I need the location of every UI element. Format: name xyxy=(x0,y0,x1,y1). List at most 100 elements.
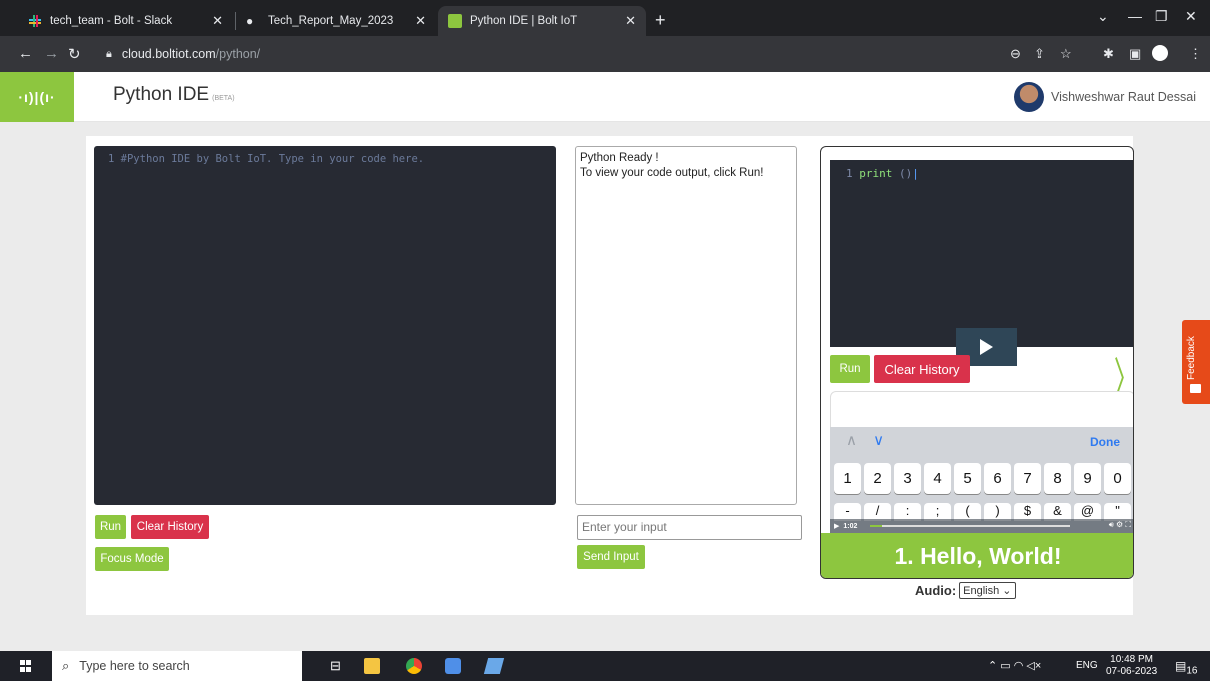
zoom-icon[interactable]: ⊖ xyxy=(1010,46,1021,62)
share-icon[interactable]: ⇪ xyxy=(1034,46,1045,62)
feedback-label: Feedback xyxy=(1186,336,1197,380)
back-icon[interactable]: ← xyxy=(18,45,33,62)
avatar[interactable] xyxy=(1014,82,1044,112)
restore-icon[interactable]: ❐ xyxy=(1155,8,1168,25)
menu-icon[interactable]: ⋮ xyxy=(1189,46,1202,62)
chrome-icon[interactable] xyxy=(406,658,422,674)
output-line: Python Ready ! xyxy=(580,152,659,164)
video-code-line: 1 print ()| xyxy=(846,167,919,180)
close-window-icon[interactable]: ✕ xyxy=(1185,8,1197,25)
keyboard-key: 2 xyxy=(864,463,891,494)
windows-taskbar: ⌕ Type here to search ⊟ ⌃ ▭ ◠ ◁× ENG 10:… xyxy=(0,651,1210,681)
keyboard-key: 8 xyxy=(1044,463,1071,494)
keyboard-key: 6 xyxy=(984,463,1011,494)
tab-search-icon[interactable]: ⌄ xyxy=(1097,8,1109,25)
focus-mode-button[interactable]: Focus Mode xyxy=(95,547,169,571)
clock-date: 07-06-2023 xyxy=(1106,666,1158,677)
keyboard-done: Done xyxy=(1090,435,1120,449)
extensions-icon[interactable]: ✱ xyxy=(1103,46,1114,62)
audio-selector-row: Audio: English ⌄ xyxy=(915,582,1016,599)
bolt-logo[interactable]: ·ı)|(ı· xyxy=(0,72,74,122)
file-explorer-icon[interactable] xyxy=(364,658,380,674)
tab-title: tech_team - Bolt - Slack xyxy=(50,15,173,27)
tab-python-ide[interactable]: Python IDE | Bolt IoT ✕ xyxy=(438,6,646,36)
url-path: /python/ xyxy=(215,47,261,61)
video-keyboard: ∧ ∨ Done 1 2 3 4 5 6 7 8 9 0 - / : ; ( )… xyxy=(830,427,1133,533)
audio-label: Audio: xyxy=(915,583,957,598)
windows-start-icon[interactable] xyxy=(20,660,32,672)
video-line-number: 1 xyxy=(846,167,853,180)
clock-time: 10:48 PM xyxy=(1110,654,1153,665)
tab-tech-report[interactable]: ● Tech_Report_May_2023 ✕ xyxy=(236,6,436,36)
notification-center-icon[interactable]: ▤16 xyxy=(1175,659,1197,676)
run-button[interactable]: Run xyxy=(95,515,126,539)
audio-language-select[interactable]: English ⌄ xyxy=(959,582,1016,599)
taskbar-search-box[interactable]: ⌕ Type here to search xyxy=(52,651,302,681)
apple-icon: ● xyxy=(246,14,254,28)
browser-toolbar: ← → ↻ 🔒︎ cloud.boltiot.com /python/ ⊖ ⇪ … xyxy=(0,36,1210,72)
tab-slack[interactable]: tech_team - Bolt - Slack ✕ xyxy=(18,6,233,36)
profile-avatar-icon[interactable] xyxy=(1152,45,1168,61)
page-title-text: Python IDE xyxy=(113,84,210,105)
address-bar[interactable]: 🔒︎ cloud.boltiot.com /python/ xyxy=(106,41,1106,67)
keyboard-key: 0 xyxy=(1104,463,1131,494)
video-code-editor: 1 print ()| xyxy=(830,160,1133,366)
notification-count: 16 xyxy=(1186,665,1198,677)
output-console: Python Ready ! To view your code output,… xyxy=(575,146,797,505)
editor-line: 1 #Python IDE by Bolt IoT. Type in your … xyxy=(108,153,424,165)
lock-icon: 🔒︎ xyxy=(106,47,112,60)
output-line: To view your code output, click Run! xyxy=(580,167,764,179)
taskbar-search-placeholder: Type here to search xyxy=(79,659,190,673)
send-input-button[interactable]: Send Input xyxy=(577,545,645,569)
video-code-rest: () xyxy=(892,167,913,180)
bookmark-star-icon[interactable]: ☆ xyxy=(1060,46,1072,62)
video-controls[interactable]: ▶ 1:02 🔊︎ ⚙ ⛶ xyxy=(830,519,1133,533)
task-view-icon[interactable]: ⊟ xyxy=(330,658,346,674)
logo-text: ·ı)|(ı· xyxy=(18,89,56,105)
keyboard-key: 4 xyxy=(924,463,951,494)
audio-selected-value: English xyxy=(963,585,1000,597)
user-name[interactable]: Vishweshwar Raut Dessai xyxy=(1051,90,1196,104)
keyboard-key: 3 xyxy=(894,463,921,494)
chevron-up-icon: ∧ xyxy=(846,432,857,449)
clear-history-button[interactable]: Clear History xyxy=(131,515,209,539)
keyboard-key: 7 xyxy=(1014,463,1041,494)
clock[interactable]: 10:48 PM 07-06-2023 xyxy=(1106,654,1157,678)
video-run-button: Run xyxy=(830,355,870,383)
video-input-box xyxy=(830,391,1133,431)
play-icon xyxy=(980,339,993,355)
feedback-icon xyxy=(1190,384,1201,393)
feedback-tab[interactable]: Feedback xyxy=(1182,320,1210,404)
minimize-icon[interactable]: — xyxy=(1128,8,1142,24)
new-tab-icon[interactable]: + xyxy=(655,10,666,31)
side-panel-icon[interactable]: ▣ xyxy=(1129,46,1141,62)
close-tab-icon[interactable]: ✕ xyxy=(212,13,223,29)
bolt-favicon-icon xyxy=(448,14,462,28)
video-play-small-icon[interactable]: ▶ xyxy=(834,522,839,530)
app-icon[interactable] xyxy=(483,658,505,674)
url-host: cloud.boltiot.com xyxy=(121,47,216,61)
program-input-field[interactable]: Enter your input xyxy=(577,515,802,540)
video-settings-icons[interactable]: 🔊︎ ⚙ ⛶ xyxy=(1109,520,1131,530)
line-number: 1 xyxy=(108,153,115,165)
tab-title: Tech_Report_May_2023 xyxy=(268,15,394,27)
code-editor[interactable]: 1 #Python IDE by Bolt IoT. Type in your … xyxy=(94,146,556,505)
page-title: Python IDE (BETA) xyxy=(113,84,235,106)
text-cursor: | xyxy=(912,167,919,180)
beta-badge: (BETA) xyxy=(212,95,235,102)
system-tray-icons[interactable]: ⌃ ▭ ◠ ◁× xyxy=(988,659,1041,672)
forward-icon[interactable]: → xyxy=(44,45,59,62)
video-banner-title: 1. Hello, World! xyxy=(821,533,1133,578)
language-indicator[interactable]: ENG xyxy=(1076,660,1098,671)
reload-icon[interactable]: ↻ xyxy=(68,45,81,63)
video-progress-bar[interactable] xyxy=(870,525,1070,527)
tutorial-video[interactable]: 1 print ()| Run Clear History 〉 ∧ ∨ Done… xyxy=(820,146,1134,579)
keyboard-key: 1 xyxy=(834,463,861,494)
close-tab-icon[interactable]: ✕ xyxy=(625,13,636,29)
close-tab-icon[interactable]: ✕ xyxy=(415,13,426,29)
line-text: #Python IDE by Bolt IoT. Type in your co… xyxy=(120,153,425,165)
page-header: ·ı)|(ı· Python IDE (BETA) Vishweshwar Rau… xyxy=(0,72,1210,122)
video-clear-history-button: Clear History xyxy=(874,355,970,383)
video-progress-fill xyxy=(870,525,882,527)
app-icon[interactable] xyxy=(445,658,461,674)
